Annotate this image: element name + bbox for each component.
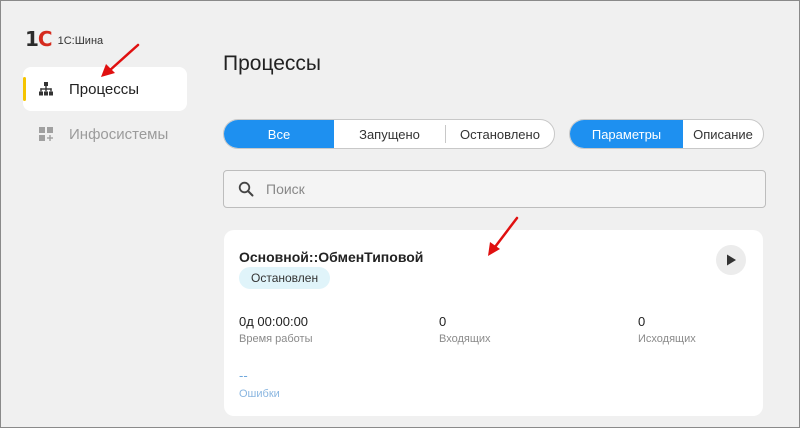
tab-running[interactable]: Запущено	[334, 120, 445, 148]
search-box	[223, 170, 766, 208]
status-badge: Остановлен	[239, 267, 331, 289]
stat-label: Исходящих	[638, 333, 696, 345]
logo-mark: 1С	[25, 27, 53, 51]
errors-value[interactable]: --	[239, 368, 248, 383]
stat-uptime: 0д 00:00:00 Время работы	[239, 314, 313, 345]
errors-label[interactable]: Ошибки	[239, 388, 280, 400]
tab-parameters[interactable]: Параметры	[570, 120, 683, 148]
stat-value: 0	[439, 314, 447, 329]
play-icon	[725, 254, 737, 266]
app-logo: 1С 1С:Шина	[25, 27, 103, 51]
tab-all[interactable]: Все	[224, 120, 334, 148]
stat-incoming: 0 Входящих	[439, 314, 491, 345]
page-title: Процессы	[223, 52, 322, 75]
sidebar-item-label: Процессы	[69, 80, 140, 98]
search-input[interactable]	[266, 181, 746, 197]
sidebar-item-infosystems[interactable]: Инфосистемы	[23, 112, 187, 156]
app-window: 1С 1С:Шина Процессы Инфосистемы Процессы…	[0, 0, 800, 428]
stat-label: Входящих	[439, 333, 491, 345]
grid-plus-icon	[37, 125, 55, 143]
sitemap-icon	[37, 80, 55, 98]
search-icon	[238, 181, 254, 197]
process-card[interactable]: Основной::ОбменТиповой Остановлен 0д 00:…	[224, 230, 763, 416]
process-name: Основной::ОбменТиповой	[239, 249, 424, 265]
app-name: 1С:Шина	[57, 35, 104, 47]
sidebar-item-label: Инфосистемы	[69, 125, 169, 143]
tab-stopped[interactable]: Остановлено	[446, 120, 554, 148]
status-filter-tabs: Все Запущено Остановлено	[223, 119, 555, 149]
stat-value: 0д 00:00:00	[239, 314, 309, 329]
sidebar-item-processes[interactable]: Процессы	[23, 67, 187, 111]
stat-outgoing: 0 Исходящих	[638, 314, 696, 345]
stat-value: 0	[638, 314, 646, 329]
stat-label: Время работы	[239, 333, 313, 345]
view-tabs: Параметры Описание	[569, 119, 764, 149]
start-process-button[interactable]	[716, 245, 746, 275]
tab-description[interactable]: Описание	[683, 120, 763, 148]
